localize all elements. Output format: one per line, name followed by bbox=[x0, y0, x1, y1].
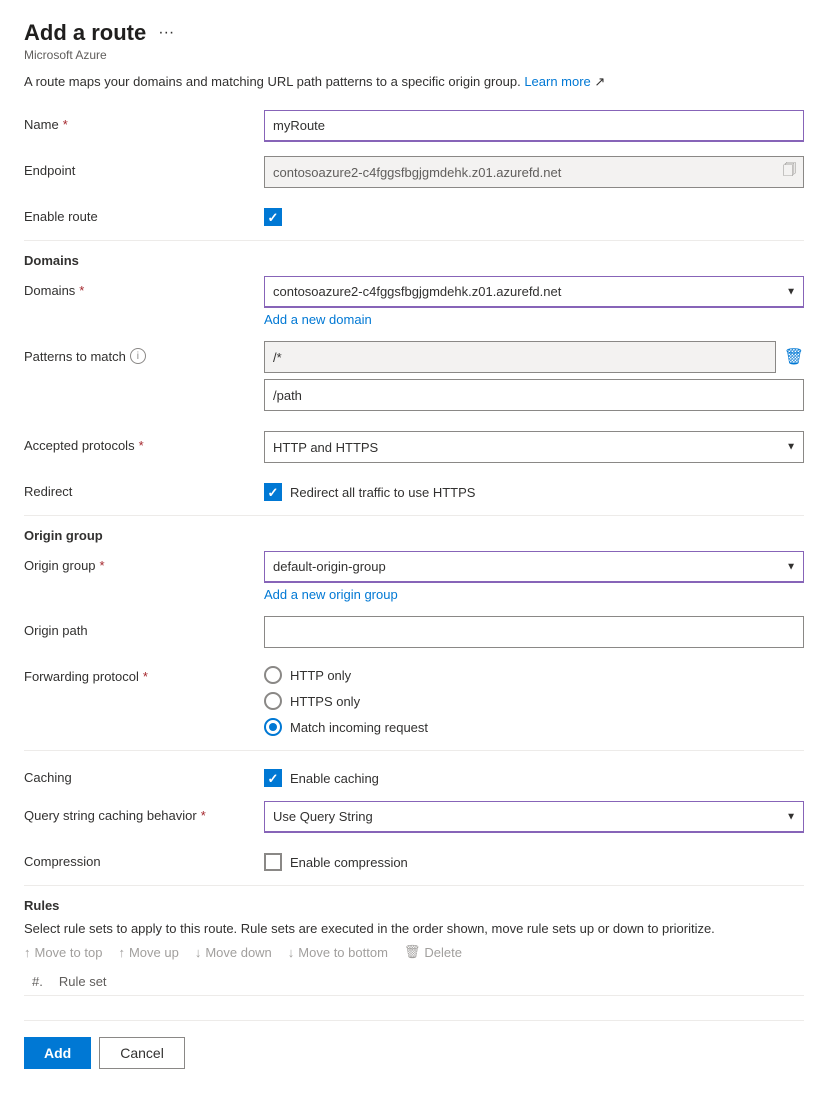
caching-text: Enable caching bbox=[290, 771, 379, 786]
patterns-label: Patterns to match i bbox=[24, 341, 264, 364]
domains-label: Domains * bbox=[24, 276, 264, 298]
name-input[interactable] bbox=[264, 110, 804, 142]
name-field-container bbox=[264, 110, 804, 142]
rules-table-header: #. Rule set bbox=[24, 968, 804, 996]
move-up-button[interactable]: ↑ Move up bbox=[118, 945, 178, 960]
compression-checkbox[interactable] bbox=[264, 853, 282, 871]
forwarding-https-only[interactable]: HTTPS only bbox=[264, 692, 804, 710]
query-string-label: Query string caching behavior * bbox=[24, 801, 264, 823]
rules-ruleset-col: Rule set bbox=[59, 974, 107, 989]
move-down-button[interactable]: ↓ Move down bbox=[195, 945, 272, 960]
page-description: A route maps your domains and matching U… bbox=[24, 74, 804, 90]
redirect-field: ✓ Redirect all traffic to use HTTPS bbox=[264, 477, 804, 501]
accepted-protocols-field: HTTP and HTTPS HTTP only HTTPS only ▼ bbox=[264, 431, 804, 463]
endpoint-field-container: 🗍 bbox=[264, 156, 804, 188]
origin-path-field bbox=[264, 616, 804, 648]
origin-group-field: default-origin-group ▼ Add a new origin … bbox=[264, 551, 804, 602]
copy-icon[interactable]: 🗍 bbox=[783, 161, 796, 183]
accepted-protocols-select[interactable]: HTTP and HTTPS HTTP only HTTPS only bbox=[264, 431, 804, 463]
compression-label: Compression bbox=[24, 847, 264, 869]
https-only-label: HTTPS only bbox=[290, 694, 360, 709]
name-label: Name * bbox=[24, 110, 264, 132]
forwarding-match-incoming[interactable]: Match incoming request bbox=[264, 718, 804, 736]
patterns-info-icon: i bbox=[130, 348, 146, 364]
match-incoming-radio[interactable] bbox=[264, 718, 282, 736]
move-bottom-button[interactable]: ↓ Move to bottom bbox=[288, 945, 388, 960]
redirect-text: Redirect all traffic to use HTTPS bbox=[290, 485, 475, 500]
add-origin-group-link[interactable]: Add a new origin group bbox=[264, 587, 398, 602]
enable-route-label: Enable route bbox=[24, 202, 264, 224]
endpoint-label: Endpoint bbox=[24, 156, 264, 178]
forwarding-protocol-field: HTTP only HTTPS only Match incoming requ… bbox=[264, 662, 804, 736]
compression-field: Enable compression bbox=[264, 847, 804, 871]
enable-route-field: ✓ bbox=[264, 202, 804, 226]
origin-path-input[interactable] bbox=[264, 616, 804, 648]
domains-section-header: Domains bbox=[24, 253, 804, 268]
footer-buttons: Add Cancel bbox=[24, 1020, 804, 1069]
rules-hash-col: #. bbox=[32, 974, 43, 989]
domains-field-container: contosoazure2-c4fggsfbgjgmdehk.z01.azure… bbox=[264, 276, 804, 327]
endpoint-input bbox=[264, 156, 804, 188]
caching-checkbox[interactable]: ✓ bbox=[264, 769, 282, 787]
move-top-button[interactable]: ↑ Move to top bbox=[24, 945, 102, 960]
add-button[interactable]: Add bbox=[24, 1037, 91, 1069]
domains-select[interactable]: contosoazure2-c4fggsfbgjgmdehk.z01.azure… bbox=[264, 276, 804, 308]
add-domain-link[interactable]: Add a new domain bbox=[264, 312, 372, 327]
origin-path-label: Origin path bbox=[24, 616, 264, 638]
delete-button[interactable]: 🗑 Delete bbox=[404, 944, 462, 960]
rules-description: Select rule sets to apply to this route.… bbox=[24, 921, 804, 936]
origin-group-select[interactable]: default-origin-group bbox=[264, 551, 804, 583]
ellipsis-button[interactable]: ··· bbox=[154, 24, 178, 42]
compression-text: Enable compression bbox=[290, 855, 408, 870]
query-string-field: Use Query String Ignore Query String Use… bbox=[264, 801, 804, 833]
origin-group-section-header: Origin group bbox=[24, 528, 804, 543]
subtitle: Microsoft Azure bbox=[24, 48, 804, 62]
rules-section: Rules Select rule sets to apply to this … bbox=[24, 898, 804, 996]
delete-pattern1-icon[interactable]: 🗑 bbox=[784, 347, 804, 367]
https-only-radio[interactable] bbox=[264, 692, 282, 710]
accepted-protocols-label: Accepted protocols * bbox=[24, 431, 264, 453]
cancel-button[interactable]: Cancel bbox=[99, 1037, 185, 1069]
caching-label: Caching bbox=[24, 763, 264, 785]
query-string-select[interactable]: Use Query String Ignore Query String Use… bbox=[264, 801, 804, 833]
rules-section-header: Rules bbox=[24, 898, 804, 913]
enable-route-checkbox[interactable]: ✓ bbox=[264, 208, 282, 226]
redirect-checkbox[interactable]: ✓ bbox=[264, 483, 282, 501]
caching-field: ✓ Enable caching bbox=[264, 763, 804, 787]
http-only-label: HTTP only bbox=[290, 668, 351, 683]
page-title: Add a route bbox=[24, 20, 146, 46]
pattern2-input[interactable] bbox=[264, 379, 804, 411]
patterns-field-container: 🗑 bbox=[264, 341, 804, 417]
redirect-label: Redirect bbox=[24, 477, 264, 499]
origin-group-label: Origin group * bbox=[24, 551, 264, 573]
match-incoming-label: Match incoming request bbox=[290, 720, 428, 735]
forwarding-protocol-radio-group: HTTP only HTTPS only Match incoming requ… bbox=[264, 662, 804, 736]
forwarding-protocol-label: Forwarding protocol * bbox=[24, 662, 264, 684]
forwarding-http-only[interactable]: HTTP only bbox=[264, 666, 804, 684]
pattern1-input[interactable] bbox=[264, 341, 776, 373]
rules-toolbar: ↑ Move to top ↑ Move up ↓ Move down ↓ Mo… bbox=[24, 944, 804, 960]
learn-more-link[interactable]: Learn more bbox=[524, 74, 590, 89]
http-only-radio[interactable] bbox=[264, 666, 282, 684]
